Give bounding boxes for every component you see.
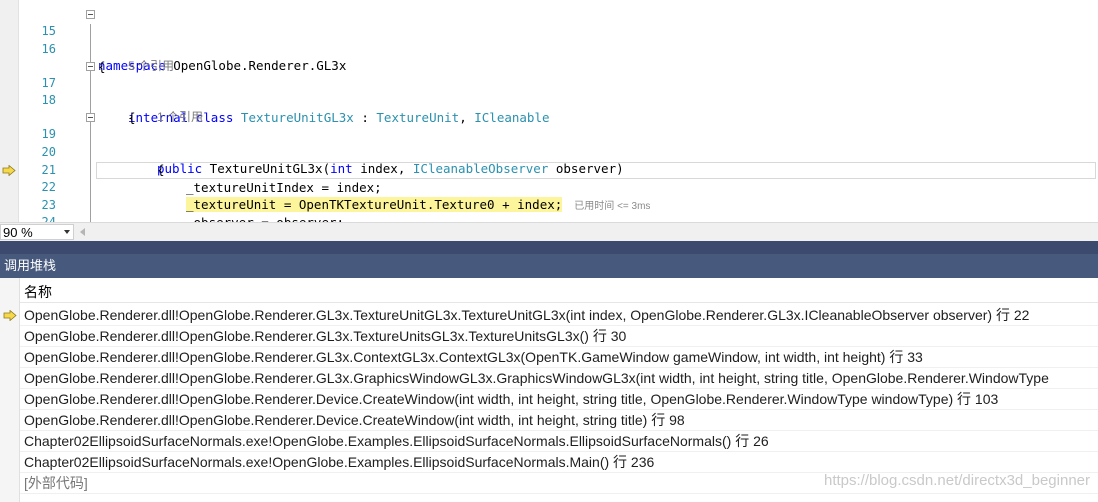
zoom-level-value: 90 % (3, 225, 33, 240)
code-line-17: 17 internal class TextureUnitGL3x : Text… (0, 58, 1098, 125)
current-frame-arrow-icon (3, 310, 17, 321)
watermark: https://blog.csdn.net/directx3d_beginner (823, 472, 1090, 489)
collapse-toggle-icon[interactable] (86, 113, 95, 122)
code-line-18: 18 { (0, 75, 1098, 125)
scroll-left-icon[interactable] (80, 228, 85, 236)
code-line-22: 22 _textureUnit = OpenTKTextureUnit.Text… (0, 162, 1098, 212)
code-line-20: 20 { (0, 127, 1098, 177)
stack-frame-row[interactable]: OpenGlobe.Renderer.dll!OpenGlobe.Rendere… (20, 389, 1098, 410)
code-line-23: 23 _observer = observer; (0, 180, 1098, 222)
editor-zoom-bar: 90 % (0, 222, 1098, 242)
stack-frame-row[interactable]: Chapter02EllipsoidSurfaceNormals.exe!Ope… (20, 452, 1098, 473)
zoom-level-dropdown[interactable]: 90 % (0, 224, 74, 240)
code-line-24: 24 } (0, 197, 1098, 222)
line-number: 24 (41, 215, 56, 222)
code-text: _observer = observer; (186, 214, 344, 222)
collapse-toggle-icon[interactable] (86, 10, 95, 19)
stack-frame-row[interactable]: OpenGlobe.Renderer.dll!OpenGlobe.Rendere… (20, 410, 1098, 431)
column-header-name[interactable]: 名称 (20, 282, 1098, 303)
code-editor[interactable]: 15 namespace OpenGlobe.Renderer.GL3x 16 … (0, 0, 1098, 222)
call-stack-title-bar[interactable]: 调用堆栈 (0, 254, 1098, 278)
call-stack-panel[interactable]: 名称 OpenGlobe.Renderer.dll!OpenGlobe.Rend… (0, 278, 1098, 502)
panel-title: 调用堆栈 (4, 258, 57, 273)
collapse-toggle-icon[interactable] (86, 62, 95, 71)
code-line-19: 19 public TextureUnitGL3x(int index, ICl… (0, 109, 1098, 176)
stack-frame-row[interactable]: OpenGlobe.Renderer.dll!OpenGlobe.Rendere… (20, 347, 1098, 368)
code-line-16: 16 { (0, 24, 1098, 74)
stack-frame-row[interactable]: OpenGlobe.Renderer.dll!OpenGlobe.Rendere… (20, 326, 1098, 347)
code-line-15: 15 namespace OpenGlobe.Renderer.GL3x (0, 6, 1098, 73)
reference-count-lens[interactable]: 1 个引用 (0, 92, 1098, 124)
stack-frame-row[interactable]: OpenGlobe.Renderer.dll!OpenGlobe.Rendere… (20, 368, 1098, 389)
chevron-down-icon[interactable] (64, 230, 70, 234)
reference-count-lens[interactable]: 5 个引用 (0, 41, 1098, 73)
stack-frame-row[interactable]: Chapter02EllipsoidSurfaceNormals.exe!Ope… (20, 431, 1098, 452)
code-line-21: 21 _textureUnitIndex = index; (0, 145, 1098, 195)
stack-frame-row[interactable]: OpenGlobe.Renderer.dll!OpenGlobe.Rendere… (20, 305, 1098, 326)
panel-splitter[interactable] (0, 241, 1098, 254)
